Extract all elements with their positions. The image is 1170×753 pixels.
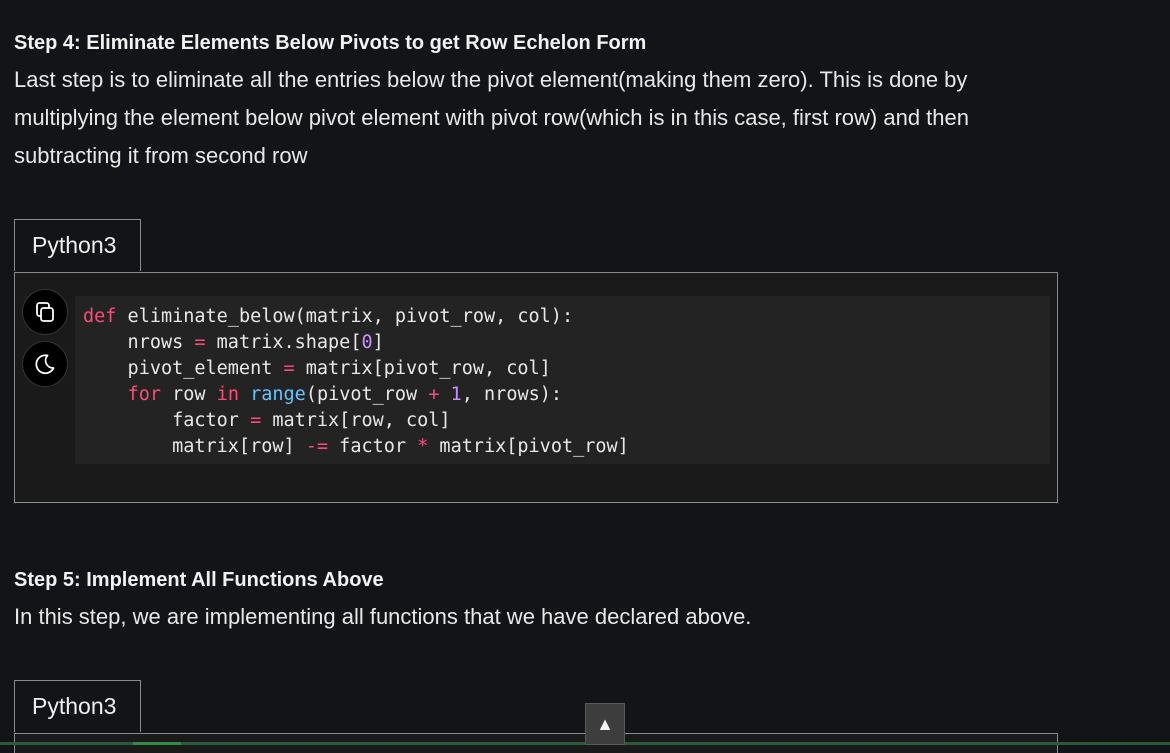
code-line-2: nrows = matrix.shape[0] xyxy=(83,332,384,353)
copy-icon xyxy=(36,302,54,322)
step-5-description: In this step, we are implementing all fu… xyxy=(14,604,752,629)
copy-button[interactable] xyxy=(22,289,68,335)
step-4-description: Last step is to eliminate all the entrie… xyxy=(14,67,969,168)
scroll-to-top-button[interactable]: ▲ xyxy=(585,703,625,745)
tab-python3[interactable]: Python3 xyxy=(14,219,141,271)
code-line-4: for row in range(pivot_row + 1, nrows): xyxy=(127,384,563,405)
code-line-6: matrix[row] -= factor * matrix[pivot_row… xyxy=(83,436,629,457)
step-5-title: Step 5: Implement All Functions Above xyxy=(14,569,384,591)
code-line-5: factor = matrix[row, col] xyxy=(83,410,451,431)
code-block: def eliminate_below(matrix, pivot_row, c… xyxy=(83,304,629,460)
theme-toggle-button[interactable] xyxy=(22,341,68,387)
step-4-title: Step 4: Eliminate Elements Below Pivots … xyxy=(14,32,647,54)
moon-icon xyxy=(35,354,55,375)
arrow-up-icon: ▲ xyxy=(596,713,614,734)
code-line-3: pivot_element = matrix[pivot_row, col] xyxy=(83,358,551,379)
code-line-1: def eliminate_below(matrix, pivot_row, c… xyxy=(83,306,574,327)
tab-python3-step5[interactable]: Python3 xyxy=(14,680,141,732)
